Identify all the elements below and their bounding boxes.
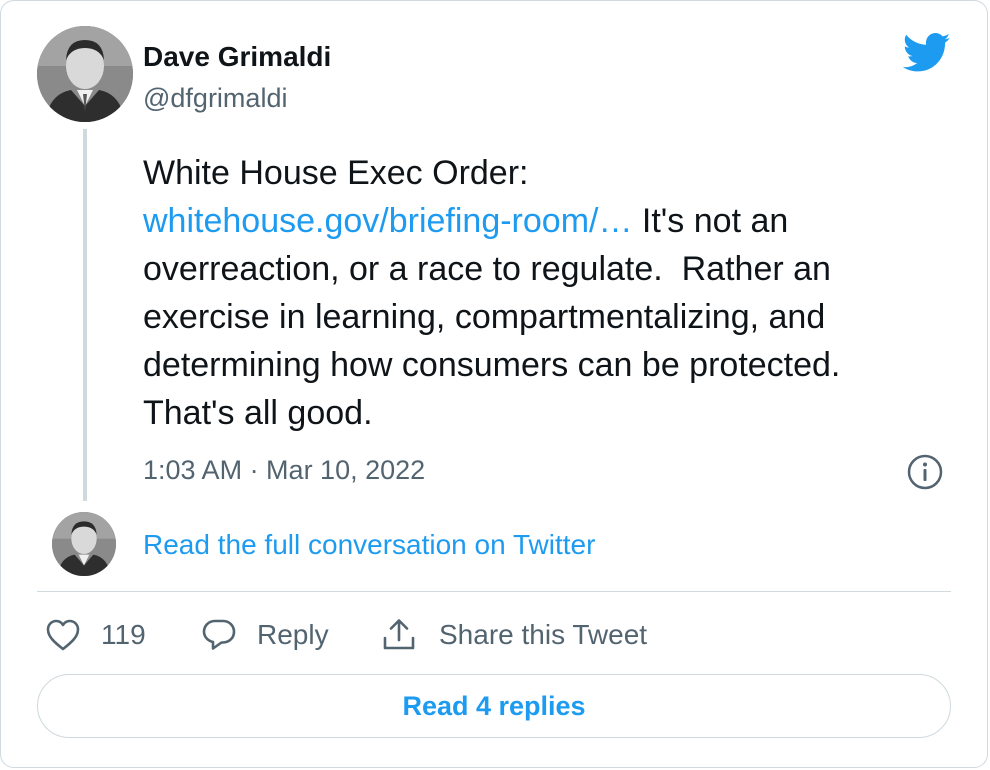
author-name[interactable]: Dave Grimaldi [143,41,331,73]
tweet-timestamp[interactable]: 1:03 AM · Mar 10, 2022 [143,455,425,486]
author-handle[interactable]: @dfgrimaldi [143,83,287,114]
author-avatar-image [37,26,133,122]
share-label: Share this Tweet [439,619,648,650]
tweet-text-segment: It's not an [632,202,789,240]
author-avatar[interactable] [37,26,133,122]
twitter-bird-icon[interactable] [902,33,951,73]
share-button[interactable]: Share this Tweet [381,615,647,655]
tweet-text-line: overreaction, or a race to regulate. Rat… [143,250,831,288]
info-icon[interactable] [906,453,944,491]
heart-icon [45,618,81,652]
thread-line [83,129,87,501]
speech-bubble-icon [201,617,237,653]
divider [37,591,951,592]
tweet-text-line: White House Exec Order: [143,154,529,192]
like-count: 119 [101,619,146,650]
tweet-text: White House Exec Order: whitehouse.gov/b… [143,149,963,437]
read-replies-label: Read 4 replies [402,690,586,721]
tweet-text-line: whitehouse.gov/briefing-room/… It's not … [143,197,963,245]
read-conversation-link[interactable]: Read the full conversation on Twitter [143,529,595,561]
like-button[interactable]: 119 [45,615,146,655]
share-upload-icon [381,617,417,653]
read-replies-button[interactable]: Read 4 replies [37,674,951,738]
tweet-card: Dave Grimaldi @dfgrimaldi White House Ex… [0,0,988,768]
reply-label: Reply [257,619,329,650]
tweet-link[interactable]: whitehouse.gov/briefing-room/… [143,202,632,240]
viewer-avatar[interactable] [52,512,116,576]
tweet-text-line: exercise in learning, compartmentalizing… [143,298,826,336]
viewer-avatar-image [52,512,116,576]
reply-button[interactable]: Reply [201,615,329,655]
tweet-text-line: That's all good. [143,394,373,432]
tweet-text-line: determining how consumers can be protect… [143,346,841,384]
